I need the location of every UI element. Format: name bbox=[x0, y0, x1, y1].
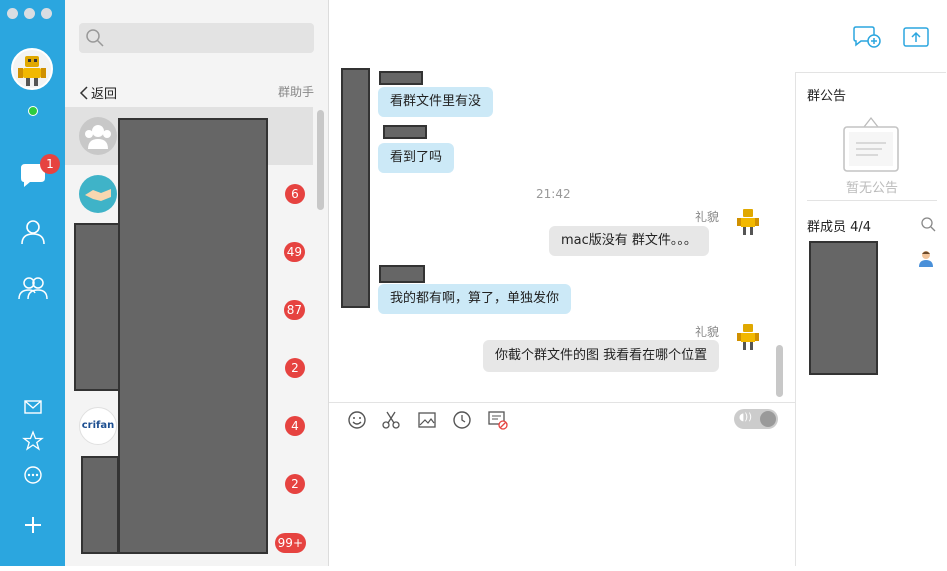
image-icon[interactable] bbox=[416, 409, 438, 431]
clock-icon[interactable] bbox=[451, 409, 473, 431]
emoji-icon[interactable] bbox=[346, 409, 368, 431]
redacted-block bbox=[118, 118, 268, 554]
group-helper-label: 群助手 bbox=[277, 85, 314, 99]
window-controls bbox=[7, 8, 52, 19]
message-bubble[interactable]: 看群文件里有没 bbox=[378, 87, 494, 117]
panel-divider bbox=[807, 200, 937, 201]
robot-avatar-icon bbox=[18, 56, 46, 86]
mail-icon[interactable] bbox=[22, 396, 44, 418]
zoom-window-button[interactable] bbox=[41, 8, 52, 19]
star-icon[interactable] bbox=[22, 430, 44, 452]
group-helper-header: 返回 群助手 bbox=[65, 78, 328, 106]
message-bubble[interactable]: mac版没有 群文件。。。 bbox=[549, 226, 709, 256]
crifan-logo-text: crifan bbox=[81, 420, 115, 431]
search-input[interactable] bbox=[79, 23, 314, 53]
redacted-block bbox=[81, 456, 119, 554]
message-scrollbar[interactable] bbox=[776, 345, 783, 397]
more-icon[interactable] bbox=[22, 464, 44, 486]
group-avatar-icon bbox=[85, 125, 111, 149]
session-list-panel: 返回 群助手 6 49 87 2 crifan 4 2 99+ bbox=[65, 0, 329, 566]
add-chat-icon[interactable] bbox=[852, 25, 882, 49]
robot-avatar-icon[interactable] bbox=[735, 207, 761, 237]
robot-avatar-icon[interactable] bbox=[735, 322, 761, 352]
online-status-dot bbox=[28, 106, 38, 116]
sound-wave-icon: ◖)) bbox=[739, 412, 753, 423]
notice-title: 群公告 bbox=[807, 89, 847, 104]
members-title: 群成员 4/4 bbox=[807, 220, 872, 235]
search-icon bbox=[86, 29, 104, 47]
chat-panel: 看群文件里有没 看到了吗 21:42 礼貌 mac版没有 群文件。。。 我的都有… bbox=[329, 0, 795, 566]
notice-empty-label: 暂无公告 bbox=[845, 181, 898, 196]
member-avatar-icon[interactable] bbox=[917, 249, 935, 267]
scissors-icon[interactable] bbox=[380, 409, 402, 431]
sender-name: 礼貌 bbox=[695, 210, 720, 224]
message-bubble[interactable]: 我的都有啊，算了，单独发你 bbox=[378, 284, 572, 314]
redacted-sender bbox=[379, 71, 423, 85]
group-info-panel: 群公告 暂无公告 群成员 4/4 bbox=[795, 73, 947, 566]
redacted-members bbox=[809, 241, 878, 375]
toggle-knob bbox=[760, 411, 776, 427]
default-group-avatar bbox=[79, 117, 117, 155]
group-icon[interactable] bbox=[17, 272, 49, 304]
unread-badge: 6 bbox=[285, 184, 305, 204]
unread-badge: 2 bbox=[285, 358, 305, 378]
redacted-sender bbox=[383, 125, 427, 139]
plus-icon[interactable] bbox=[22, 514, 44, 536]
session-list-scrollbar[interactable] bbox=[317, 110, 324, 210]
unread-badge: 2 bbox=[285, 474, 305, 494]
upload-icon[interactable] bbox=[901, 25, 931, 49]
left-rail: 1 bbox=[0, 0, 65, 566]
notice-board-icon bbox=[843, 116, 899, 172]
sender-name: 礼貌 bbox=[695, 325, 720, 339]
redacted-avatars bbox=[341, 68, 370, 308]
message-bubble[interactable]: 看到了吗 bbox=[378, 143, 455, 173]
unread-badge: 99+ bbox=[274, 533, 306, 553]
handshake-avatar bbox=[79, 175, 117, 213]
message-input[interactable] bbox=[329, 438, 795, 566]
user-avatar[interactable] bbox=[11, 48, 53, 90]
contact-icon[interactable] bbox=[17, 216, 49, 248]
unread-badge: 49 bbox=[283, 242, 305, 262]
qq-app-window: 1 返回 群助手 6 49 87 2 crifan 4 2 99+ 看群文件里有… bbox=[0, 0, 947, 566]
search-member-icon[interactable] bbox=[920, 216, 936, 232]
message-list: 看群文件里有没 看到了吗 21:42 礼貌 mac版没有 群文件。。。 我的都有… bbox=[329, 68, 795, 403]
crifan-avatar: crifan bbox=[79, 407, 117, 445]
close-window-button[interactable] bbox=[7, 8, 18, 19]
back-label: 返回 bbox=[91, 87, 118, 102]
redacted-sender bbox=[379, 265, 425, 283]
minimize-window-button[interactable] bbox=[24, 8, 35, 19]
message-timestamp: 21:42 bbox=[536, 187, 571, 201]
history-icon[interactable] bbox=[487, 409, 509, 431]
redacted-block bbox=[74, 223, 120, 391]
unread-badge: 87 bbox=[283, 300, 305, 320]
unread-badge: 1 bbox=[40, 154, 60, 174]
voice-toggle[interactable]: ◖)) bbox=[734, 409, 778, 429]
back-button[interactable]: 返回 bbox=[79, 83, 117, 102]
input-toolbar: ◖)) bbox=[329, 402, 795, 439]
message-bubble[interactable]: 你截个群文件的图 我看看在哪个位置 bbox=[483, 340, 720, 372]
unread-badge: 4 bbox=[285, 416, 305, 436]
chevron-left-icon bbox=[79, 85, 88, 100]
handshake-icon bbox=[85, 189, 111, 201]
